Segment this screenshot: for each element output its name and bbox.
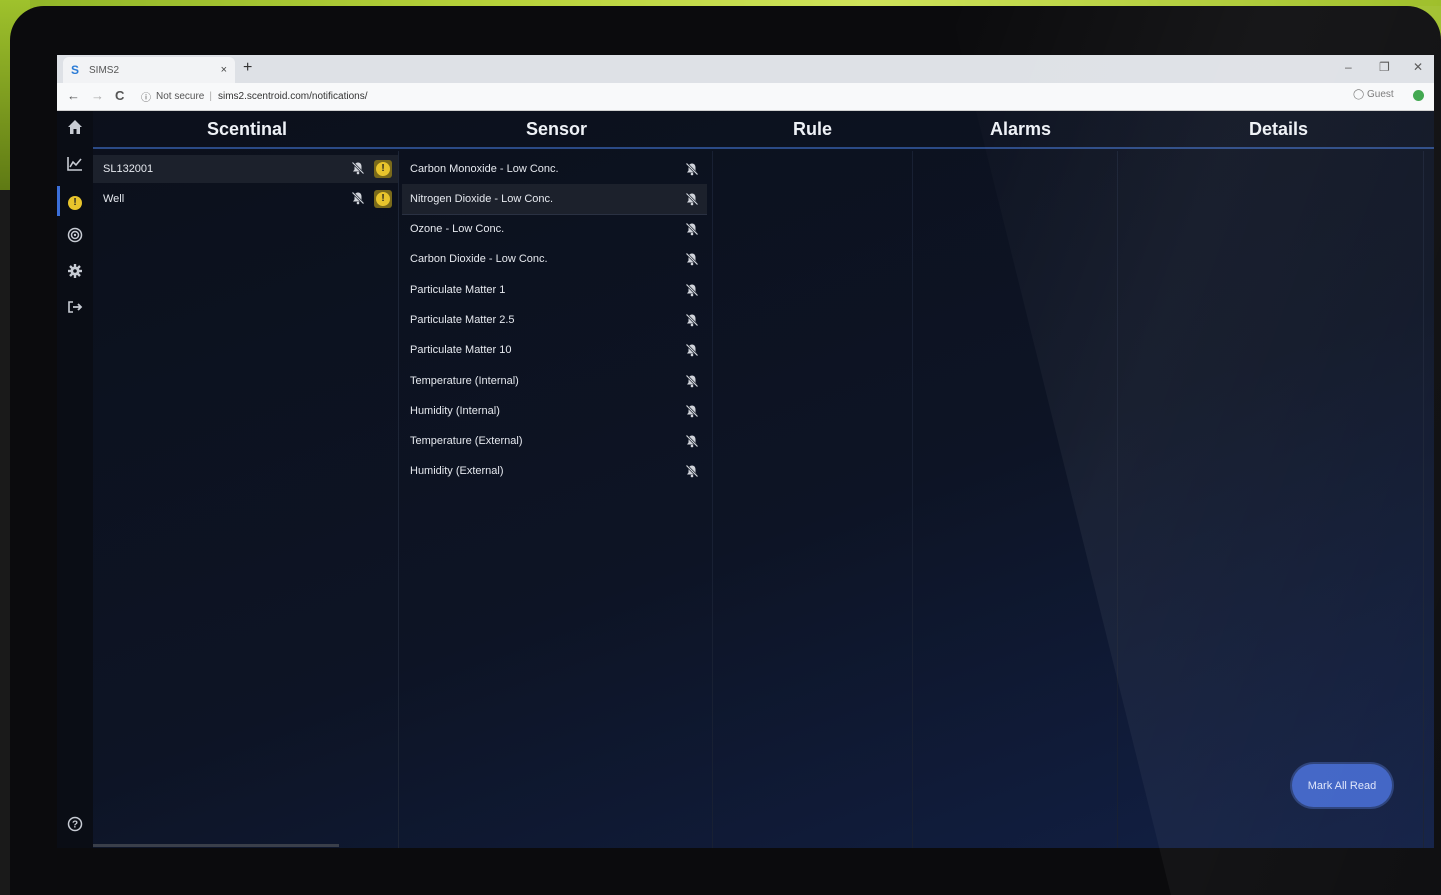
new-tab-button[interactable]: +: [243, 59, 252, 77]
bell-off-icon[interactable]: [685, 464, 699, 481]
address-bar: ← → C ⓘ Not secure | sims2.scentroid.com…: [57, 83, 1434, 111]
header-details: Details: [1249, 119, 1309, 139]
sidebar: ! ?: [57, 111, 93, 848]
alert-icon: !: [376, 192, 390, 206]
bell-off-icon[interactable]: [685, 222, 699, 239]
minimize-button[interactable]: –: [1345, 60, 1352, 74]
bell-off-icon[interactable]: [685, 192, 699, 209]
profile-icon: ◯: [1353, 89, 1365, 100]
bell-off-icon[interactable]: [685, 162, 699, 179]
url-text[interactable]: sims2.scentroid.com/notifications/: [218, 91, 368, 102]
bell-off-icon[interactable]: [685, 313, 699, 330]
svg-text:?: ?: [72, 820, 78, 831]
target-icon[interactable]: [65, 227, 85, 247]
sensor-item[interactable]: Ozone - Low Conc.: [402, 214, 707, 244]
omnibox[interactable]: ⓘ Not secure | sims2.scentroid.com/notif…: [141, 88, 367, 105]
profile-button[interactable]: ◯ Guest: [1353, 89, 1394, 100]
sensor-item[interactable]: Nitrogen Dioxide - Low Conc.: [402, 184, 707, 215]
sensor-item[interactable]: Temperature (Internal): [402, 366, 707, 396]
column-headers: Scentinal Sensor Rule Alarms Details: [93, 111, 1434, 149]
sensor-item[interactable]: Particulate Matter 1: [402, 275, 707, 305]
forward-button[interactable]: →: [91, 88, 104, 103]
header-sensor: Sensor: [526, 119, 588, 139]
sidebar-active-indicator: [57, 186, 60, 216]
back-button[interactable]: ←: [67, 88, 80, 103]
bell-off-icon[interactable]: [685, 252, 699, 269]
sensor-name: Humidity (External): [410, 465, 504, 477]
mark-all-read-button[interactable]: Mark All Read: [1292, 764, 1392, 807]
sensor-item[interactable]: Particulate Matter 10: [402, 335, 707, 365]
sensor-item[interactable]: Temperature (External): [402, 426, 707, 456]
alert-icon: !: [376, 162, 390, 176]
tab-close-button[interactable]: ×: [221, 64, 227, 76]
sensor-item[interactable]: Humidity (External): [402, 456, 707, 486]
sensor-name: Particulate Matter 10: [410, 344, 512, 356]
browser-tab[interactable]: S SIMS2 ×: [63, 57, 235, 83]
sensor-name: Ozone - Low Conc.: [410, 223, 505, 235]
home-icon[interactable]: [65, 119, 85, 139]
column-divider: [1423, 151, 1424, 848]
alert-badge[interactable]: !: [374, 190, 392, 208]
scentinal-list: SL132001 ! Well !: [93, 151, 399, 848]
bell-off-icon[interactable]: [685, 343, 699, 360]
sensor-list: Carbon Monoxide - Low Conc. Nitrogen Dio…: [402, 151, 707, 848]
screen: S SIMS2 × + – ❐ ✕ ← → C ⓘ Not secure | s…: [57, 55, 1434, 848]
favicon-icon: S: [71, 63, 80, 77]
logout-icon[interactable]: [65, 299, 85, 319]
sensor-name: Carbon Monoxide - Low Conc.: [410, 163, 559, 175]
sensor-item[interactable]: Humidity (Internal): [402, 396, 707, 426]
laptop-frame: S SIMS2 × + – ❐ ✕ ← → C ⓘ Not secure | s…: [10, 6, 1441, 895]
app: ! ? Scentinal Sensor Rule Alarms Details…: [57, 111, 1434, 848]
sensor-item[interactable]: Carbon Monoxide - Low Conc.: [402, 154, 707, 184]
alert-icon[interactable]: !: [65, 191, 85, 211]
chart-icon[interactable]: [65, 155, 85, 175]
header-rule: Rule: [793, 119, 833, 139]
bell-off-icon[interactable]: [351, 161, 365, 178]
horizontal-scrollbar[interactable]: [93, 844, 339, 847]
extension-icon[interactable]: [1413, 90, 1424, 101]
close-window-button[interactable]: ✕: [1413, 60, 1423, 74]
scentinal-name: Well: [103, 193, 125, 205]
column-divider: [1117, 151, 1118, 848]
bell-off-icon[interactable]: [685, 404, 699, 421]
security-label: Not secure: [156, 91, 205, 102]
scentinal-name: SL132001: [103, 163, 154, 175]
sensor-name: Particulate Matter 1: [410, 284, 506, 296]
reload-button[interactable]: C: [115, 88, 124, 103]
bell-off-icon[interactable]: [685, 374, 699, 391]
help-icon[interactable]: ?: [65, 816, 85, 836]
header-scentinal: Scentinal: [207, 119, 288, 139]
alert-badge[interactable]: !: [374, 160, 392, 178]
tab-title: SIMS2: [89, 64, 120, 76]
sensor-name: Particulate Matter 2.5: [410, 314, 515, 326]
column-divider: [712, 151, 713, 848]
column-divider: [912, 151, 913, 848]
bell-off-icon[interactable]: [685, 434, 699, 451]
bell-off-icon[interactable]: [351, 191, 365, 208]
sensor-item[interactable]: Carbon Dioxide - Low Conc.: [402, 244, 707, 274]
sensor-name: Carbon Dioxide - Low Conc.: [410, 253, 548, 265]
omnibox-separator: |: [209, 91, 212, 102]
sensor-name: Temperature (Internal): [410, 375, 519, 387]
info-icon: ⓘ: [141, 93, 151, 104]
maximize-button[interactable]: ❐: [1379, 60, 1390, 74]
scentinal-item[interactable]: SL132001 !: [93, 155, 398, 183]
bell-off-icon[interactable]: [685, 283, 699, 300]
sensor-name: Humidity (Internal): [410, 405, 500, 417]
gear-icon[interactable]: [65, 263, 85, 283]
sensor-item[interactable]: Particulate Matter 2.5: [402, 305, 707, 335]
profile-label: Guest: [1366, 89, 1394, 100]
header-alarms: Alarms: [990, 119, 1052, 139]
scentinal-item[interactable]: Well !: [93, 185, 398, 213]
browser-tab-bar: S SIMS2 × + – ❐ ✕: [57, 55, 1434, 83]
sensor-name: Temperature (External): [410, 435, 523, 447]
sensor-name: Nitrogen Dioxide - Low Conc.: [410, 193, 554, 205]
